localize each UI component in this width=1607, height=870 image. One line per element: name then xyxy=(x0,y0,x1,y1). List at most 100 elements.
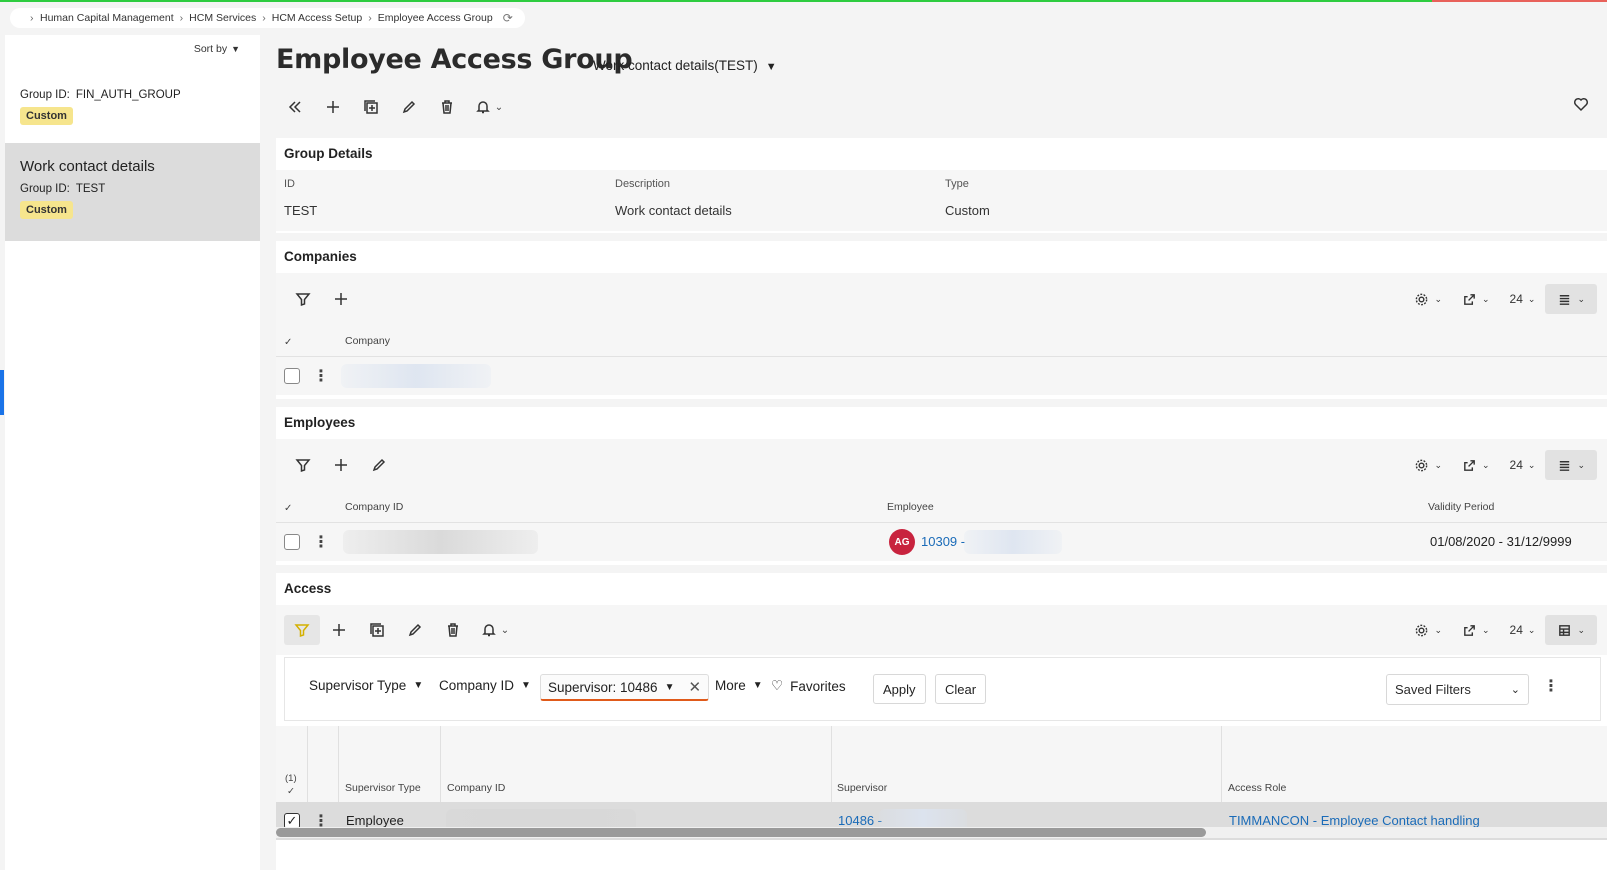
apply-button[interactable]: Apply xyxy=(873,674,926,704)
sidebar: Sort by ▼ Group ID: FIN_AUTH_GROUP Custom … xyxy=(5,35,260,870)
filter-icon[interactable] xyxy=(284,615,320,645)
group-id: Group ID: TEST xyxy=(20,183,106,195)
column-supervisor[interactable]: Supervisor xyxy=(837,782,887,794)
breadcrumb-item-current: Employee Access Group xyxy=(377,12,493,24)
row-checkbox[interactable] xyxy=(284,368,300,384)
column-access-role[interactable]: Access Role xyxy=(1228,782,1286,794)
record-selector[interactable]: Work contact details(TEST) ▼ xyxy=(593,58,777,73)
settings-gear-icon[interactable]: ⌄ xyxy=(1404,615,1452,645)
add-icon[interactable] xyxy=(320,615,358,645)
employees-card: Employees ⌄ ⌄ 24 ⌄ ⌄ ✓ Company ID Employe… xyxy=(276,407,1607,565)
delete-icon[interactable] xyxy=(428,92,466,122)
column-company-id[interactable]: Company ID xyxy=(447,782,505,794)
horizontal-scrollbar[interactable] xyxy=(276,827,1607,838)
duplicate-icon[interactable] xyxy=(358,615,396,645)
scrollbar-thumb[interactable] xyxy=(276,828,1206,837)
row-checkbox[interactable] xyxy=(284,534,300,550)
list-view-icon[interactable]: ⌄ xyxy=(1545,284,1597,314)
access-toolbar: ⌄ ⌄ ⌄ 24 ⌄ ⌄ xyxy=(276,605,1607,655)
caret-down-icon: ▼ xyxy=(765,61,777,73)
employees-toolbar: ⌄ ⌄ 24 ⌄ ⌄ xyxy=(276,439,1607,491)
duplicate-icon[interactable] xyxy=(352,92,390,122)
sort-by-button[interactable]: Sort by ▼ xyxy=(194,43,240,55)
filter-more-options-icon[interactable]: ⋮ xyxy=(1543,676,1559,696)
select-all-check-icon[interactable]: ✓ xyxy=(287,786,295,797)
group-id: Group ID: FIN_AUTH_GROUP xyxy=(20,89,181,101)
export-icon[interactable]: ⌄ xyxy=(1452,450,1500,480)
filter-company-id[interactable]: Company ID ▼ xyxy=(439,678,531,693)
delete-icon[interactable] xyxy=(434,615,472,645)
saved-filters-select[interactable]: Saved Filters ⌄ xyxy=(1386,674,1529,705)
status-badge: Custom xyxy=(20,201,73,219)
access-role-link[interactable]: TIMMANCON - Employee Contact handling xyxy=(1229,813,1480,828)
access-title: Access xyxy=(284,581,332,596)
column-employee[interactable]: Employee xyxy=(887,501,934,513)
table-row[interactable]: ⋮ xyxy=(276,357,1607,395)
select-all-check-icon[interactable]: ✓ xyxy=(284,337,292,348)
filter-icon[interactable] xyxy=(284,284,322,314)
favorite-heart-icon[interactable] xyxy=(1573,96,1589,115)
companies-toolbar: ⌄ ⌄ 24 ⌄ ⌄ xyxy=(276,273,1607,325)
edit-icon[interactable] xyxy=(396,615,434,645)
employees-column-header: ✓ Company ID Employee Validity Period xyxy=(276,491,1607,523)
field-type: Type Custom xyxy=(945,178,990,218)
table-view-icon[interactable]: ⌄ xyxy=(1545,615,1597,645)
list-view-icon[interactable]: ⌄ xyxy=(1545,450,1597,480)
field-description: Description Work contact details xyxy=(615,178,732,218)
export-icon[interactable]: ⌄ xyxy=(1452,615,1500,645)
refresh-icon[interactable]: ⟳ xyxy=(503,11,513,25)
column-company[interactable]: Company xyxy=(345,335,390,347)
supervisor-link[interactable]: 10486 - xyxy=(838,813,882,828)
companies-title: Companies xyxy=(284,249,357,264)
row-menu-icon[interactable]: ⋮ xyxy=(313,532,329,552)
sidebar-item-test[interactable]: Work contact details Group ID: TEST Custo… xyxy=(5,143,260,241)
redacted-company xyxy=(341,364,491,388)
column-validity-period[interactable]: Validity Period xyxy=(1428,501,1494,513)
remove-filter-close-icon[interactable]: ✕ xyxy=(688,678,701,696)
page-title: Employee Access Group xyxy=(276,44,633,75)
collapse-left-icon[interactable] xyxy=(276,92,314,122)
settings-gear-icon[interactable]: ⌄ xyxy=(1404,450,1452,480)
select-all-check-icon[interactable]: ✓ xyxy=(284,503,292,514)
filter-icon[interactable] xyxy=(284,450,322,480)
filter-supervisor-active[interactable]: Supervisor: 10486 ▼ ✕ xyxy=(540,674,710,701)
column-company-id[interactable]: Company ID xyxy=(345,501,403,513)
breadcrumb-item-hcm[interactable]: Human Capital Management xyxy=(40,12,174,24)
employee-link[interactable]: 10309 - xyxy=(921,534,965,549)
table-row[interactable]: ⋮ AG 10309 - 01/08/2020 - 31/12/9999 xyxy=(276,523,1607,561)
add-icon[interactable] xyxy=(314,92,352,122)
caret-down-icon: ▼ xyxy=(413,680,424,691)
chevron-down-icon: ⌄ xyxy=(1510,684,1520,696)
redacted-employee-name xyxy=(964,530,1062,554)
filter-bar: Supervisor Type ▼ Company ID ▼ Supervisor:… xyxy=(284,657,1601,721)
main-toolbar: ⌄ xyxy=(276,92,512,122)
add-icon[interactable] xyxy=(322,450,360,480)
clear-button[interactable]: Clear xyxy=(935,674,987,704)
status-badge: Custom xyxy=(20,107,73,125)
edit-icon[interactable] xyxy=(390,92,428,122)
filter-supervisor-type[interactable]: Supervisor Type ▼ xyxy=(309,678,423,693)
filter-more[interactable]: More ▼ xyxy=(715,678,763,693)
top-progress-line-red xyxy=(1432,0,1607,2)
page-size-select[interactable]: 24 ⌄ xyxy=(1500,450,1546,480)
caret-down-icon: ▼ xyxy=(521,680,531,691)
edit-icon[interactable] xyxy=(360,450,398,480)
breadcrumb-item-hcm-access-setup[interactable]: HCM Access Setup xyxy=(272,12,362,24)
notification-bell-icon[interactable]: ⌄ xyxy=(466,92,512,122)
filter-favorites[interactable]: ♡ Favorites xyxy=(771,678,846,694)
add-icon[interactable] xyxy=(322,284,360,314)
access-card: Access ⌄ ⌄ ⌄ 24 ⌄ ⌄ Supervisor Type ▼ Comp… xyxy=(276,573,1607,870)
sidebar-item-fin-auth-group[interactable]: Group ID: FIN_AUTH_GROUP Custom xyxy=(5,73,260,143)
breadcrumb-item-hcm-services[interactable]: HCM Services xyxy=(189,12,256,24)
group-details-fields: ID TEST Description Work contact details T… xyxy=(276,170,1607,231)
export-icon[interactable]: ⌄ xyxy=(1452,284,1500,314)
validity-period: 01/08/2020 - 31/12/9999 xyxy=(1430,534,1572,549)
companies-card: Companies ⌄ ⌄ 24 ⌄ ⌄ ✓ Company ⋮ xyxy=(276,241,1607,399)
settings-gear-icon[interactable]: ⌄ xyxy=(1404,284,1452,314)
column-supervisor-type[interactable]: Supervisor Type xyxy=(345,782,421,794)
page-size-select[interactable]: 24 ⌄ xyxy=(1500,284,1546,314)
notification-bell-icon[interactable]: ⌄ xyxy=(472,615,518,645)
row-menu-icon[interactable]: ⋮ xyxy=(313,366,329,386)
companies-column-header: ✓ Company xyxy=(276,325,1607,357)
page-size-select[interactable]: 24 ⌄ xyxy=(1500,615,1546,645)
